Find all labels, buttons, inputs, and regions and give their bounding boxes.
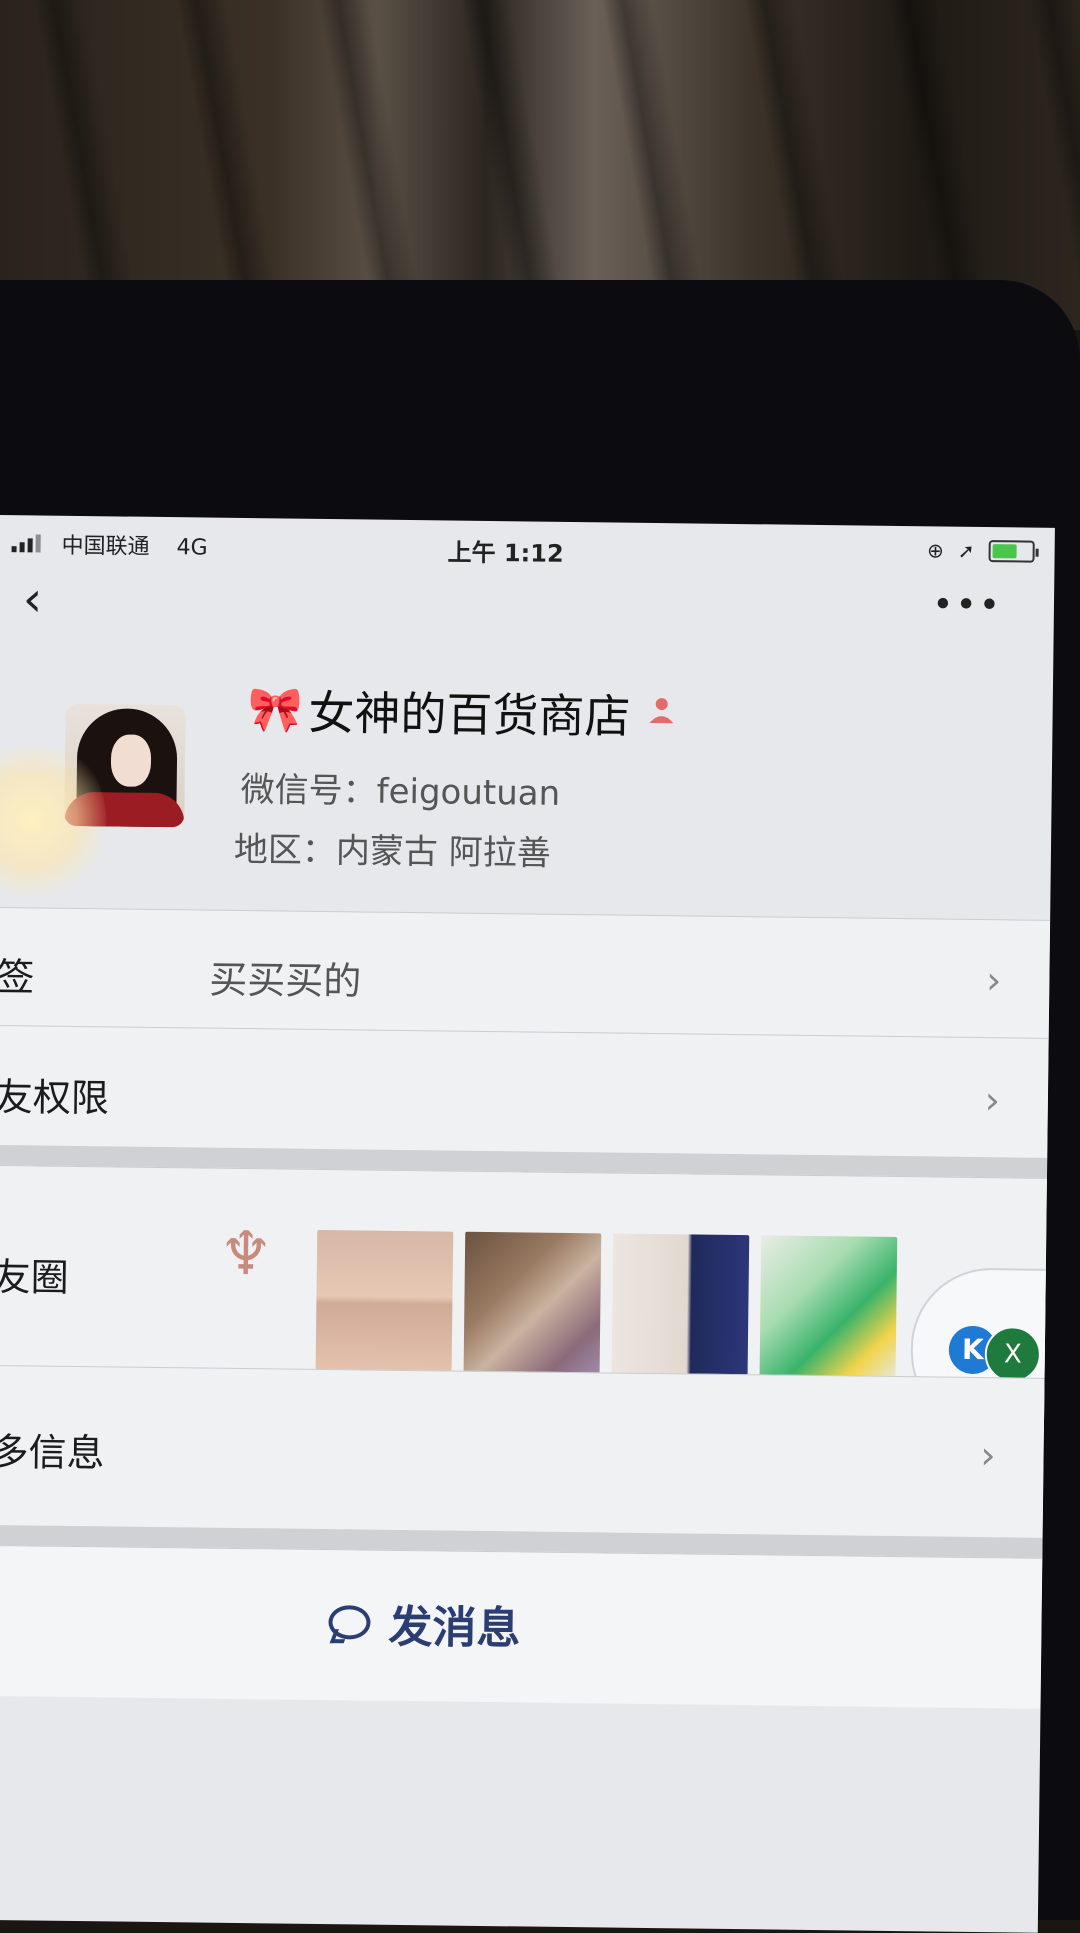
- x-app-icon[interactable]: X: [984, 1326, 1042, 1383]
- necklace-pendant-icon: ♆: [218, 1218, 274, 1290]
- clock: 上午 1:12: [447, 538, 564, 568]
- more-info-label: 更多信息: [0, 1429, 105, 1476]
- send-message-label: 发消息: [388, 1601, 521, 1655]
- carrier-name: 中国联通: [61, 533, 150, 560]
- carrier-label: 中国联通 4G: [61, 528, 207, 562]
- status-icons: ⊕ ➚: [927, 538, 1035, 563]
- region: 地区：内蒙古 阿拉善: [233, 829, 551, 874]
- bow-icon: 🎀: [247, 684, 303, 736]
- back-button[interactable]: ‹: [23, 571, 43, 627]
- tags-label: 标签: [0, 954, 35, 1000]
- moments-thumbnail[interactable]: [759, 1235, 898, 1384]
- moments-thumbnail[interactable]: [611, 1233, 750, 1382]
- chat-bubble-icon: [328, 1605, 371, 1640]
- chevron-right-icon: ›: [984, 1078, 1001, 1123]
- friend-permissions-label: 朋友权限: [0, 1074, 110, 1121]
- network-type: 4G: [176, 535, 208, 561]
- moments-row[interactable]: 朋友圈 ♆ K X: [0, 1164, 1055, 1434]
- more-options-button[interactable]: •••: [932, 584, 1002, 626]
- profile-name: 🎀 女神的百货商店: [247, 676, 677, 747]
- location-icon: ➚: [957, 538, 975, 563]
- tags-row[interactable]: 标签 买买买的 ›: [0, 906, 1051, 1039]
- signal-icon: [11, 534, 41, 553]
- tags-value: 买买买的: [209, 957, 362, 1004]
- profile-name-text: 女神的百货商店: [308, 685, 631, 744]
- moments-thumbnail[interactable]: [463, 1231, 602, 1380]
- moments-label: 朋友圈: [0, 1254, 69, 1300]
- chevron-right-icon: ›: [985, 958, 1002, 1003]
- phone-screen: 中国联通 4G 上午 1:12 ⊕ ➚ ‹ ••• 🎀 女神的百货商店 微信号：…: [0, 515, 1055, 1933]
- send-message-content: 发消息: [328, 1590, 521, 1656]
- send-message-button[interactable]: 发消息: [0, 1544, 1043, 1709]
- more-info-row[interactable]: 更多信息 ›: [0, 1364, 1045, 1539]
- female-user-icon: [646, 695, 676, 733]
- friend-permissions-row[interactable]: 朋友权限 ›: [0, 1024, 1049, 1159]
- orientation-lock-icon: ⊕: [926, 538, 945, 563]
- chevron-right-icon: ›: [980, 1433, 996, 1478]
- wechat-id: 微信号：feigoutuan: [240, 769, 561, 814]
- moments-thumbnail[interactable]: [315, 1229, 454, 1378]
- battery-icon: [988, 540, 1035, 563]
